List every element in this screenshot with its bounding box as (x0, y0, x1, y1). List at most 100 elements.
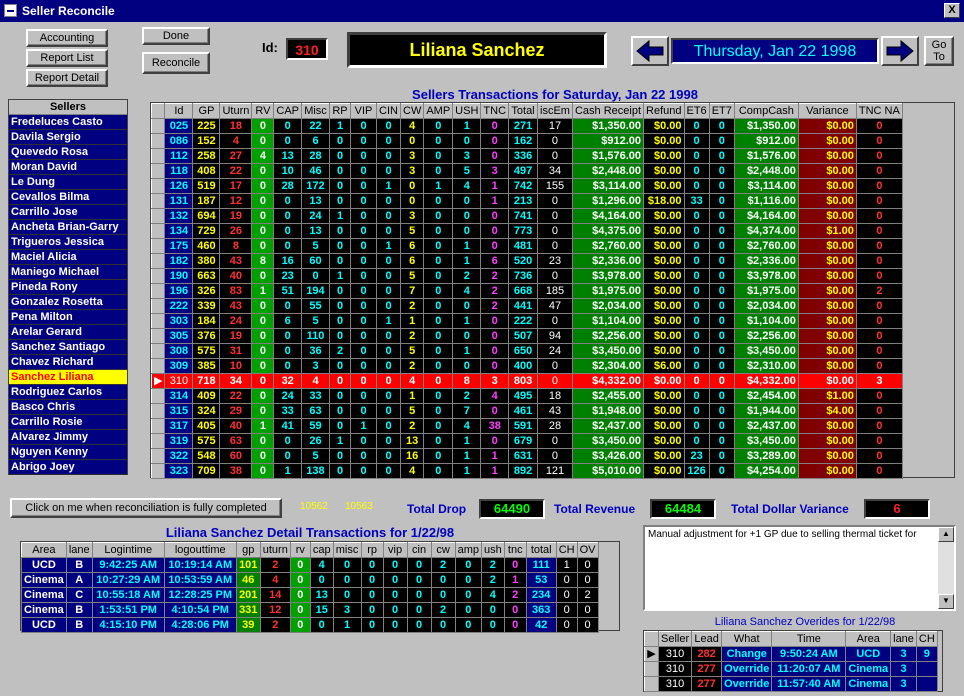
cell-uturn[interactable]: 19 (219, 328, 253, 344)
cell-uturn[interactable]: 24 (219, 313, 253, 329)
cell-uturn[interactable]: 4 (219, 133, 253, 149)
cell-cin[interactable]: 0 (376, 148, 401, 164)
cell-gp[interactable]: 729 (192, 223, 221, 239)
override-row[interactable]: 310 277 Override 11:20:07 AM Cinema 3 (644, 661, 938, 677)
override-cell[interactable]: 9:50:24 AM (771, 646, 847, 662)
cell-vip[interactable]: 0 (350, 358, 377, 374)
detail-column-header[interactable]: rp (360, 542, 384, 558)
cell-iscem[interactable]: 0 (537, 223, 573, 239)
override-cell[interactable]: Change (721, 646, 773, 662)
seller-item[interactable]: Davila Sergio (9, 130, 127, 145)
detail-cell[interactable]: 39 (235, 617, 261, 633)
cell-et7[interactable]: 0 (708, 178, 735, 194)
cell-amp[interactable]: 0 (423, 373, 454, 389)
cell-tnc-na[interactable]: 0 (855, 313, 903, 329)
cell-cin[interactable]: 0 (376, 448, 401, 464)
cell-tnc-na[interactable]: 0 (855, 328, 903, 344)
detail-cell[interactable]: 0 (406, 572, 432, 588)
cell-rp[interactable]: 1 (329, 208, 351, 224)
detail-cell[interactable]: 363 (525, 602, 557, 618)
detail-column-header[interactable]: rv (289, 542, 311, 558)
cell-uturn[interactable]: 29 (219, 403, 253, 419)
cell-iscem[interactable]: 0 (537, 433, 573, 449)
cell-cap[interactable]: 0 (273, 118, 302, 134)
cell-cash-receipt[interactable]: $1,350.00 (571, 118, 645, 134)
notes-scrollbar[interactable]: ▲ ▼ (938, 527, 954, 609)
cell-rp[interactable]: 0 (329, 313, 351, 329)
detail-row[interactable]: Cinema B 1:53:51 PM 4:10:54 PM 331 12 0 15 3 0 0 0 2… (21, 602, 599, 618)
seller-item[interactable]: Trigueros Jessica (9, 235, 127, 250)
table-row[interactable]: 118 408 22 0 10 46 0 0 0 3 0 5 3 497 34 $2,448.00 $0.00 0… (150, 163, 903, 179)
row-marker[interactable] (150, 283, 166, 299)
detail-cell[interactable]: 0 (454, 602, 482, 618)
seller-item[interactable]: Sanchez Santiago (9, 340, 127, 355)
cell-cap[interactable]: 51 (273, 283, 302, 299)
row-marker[interactable] (150, 418, 166, 434)
table-row[interactable]: 086 152 4 0 0 6 0 0 0 0 0 0 0 162 0 $912.00 $0.00 0 0 $912.… (150, 133, 903, 149)
cell-cw[interactable]: 16 (399, 448, 425, 464)
detail-cell[interactable]: 0 (332, 557, 362, 573)
column-header[interactable]: GP (192, 103, 221, 119)
current-row-arrow-icon[interactable]: ▶ (150, 373, 166, 389)
override-cell[interactable]: 282 (691, 646, 723, 662)
cell-cw[interactable]: 5 (399, 223, 425, 239)
cell-vip[interactable]: 0 (350, 448, 377, 464)
cell-cw[interactable]: 5 (399, 268, 425, 284)
cell-gp[interactable]: 718 (192, 373, 221, 389)
detail-column-header[interactable]: ush (480, 542, 505, 558)
cell-misc[interactable]: 4 (301, 373, 330, 389)
cell-id[interactable]: 322 (164, 448, 194, 464)
cell-cap[interactable]: 10 (273, 163, 302, 179)
table-row[interactable]: 190 663 40 0 23 0 1 0 0 5 0 2 2 736 0 $3,978.00 $0.00 0 0 $… (150, 268, 903, 284)
detail-cell[interactable]: 0 (503, 557, 527, 573)
cell-uturn[interactable]: 31 (219, 343, 253, 359)
cell-rv[interactable]: 4 (251, 148, 275, 164)
cell-total[interactable]: 892 (508, 463, 539, 479)
cell-tnc-na[interactable]: 0 (855, 178, 903, 194)
seller-item[interactable]: Nguyen Kenny (9, 445, 127, 460)
seller-item[interactable]: Fredeluces Casto (9, 115, 127, 130)
cell-ush[interactable]: 2 (452, 388, 482, 404)
cell-id[interactable]: 323 (164, 463, 194, 479)
cell-rv[interactable]: 0 (251, 238, 275, 254)
column-header[interactable]: AMP (423, 103, 454, 119)
seller-item[interactable]: Rodriguez Carlos (9, 385, 127, 400)
cell-et6[interactable]: 23 (683, 448, 710, 464)
cell-tnc-na[interactable]: 0 (855, 298, 903, 314)
seller-item[interactable]: Moran David (9, 160, 127, 175)
cell-et6[interactable]: 0 (683, 133, 710, 149)
override-row[interactable]: ▶ 310 282 Change 9:50:24 AM UCD 3 9 (644, 646, 938, 662)
cell-uturn[interactable]: 38 (219, 463, 253, 479)
cell-cap[interactable]: 0 (273, 343, 302, 359)
override-cell[interactable]: 3 (890, 661, 917, 677)
cell-cash-receipt[interactable]: $2,437.00 (571, 418, 645, 434)
detail-cell[interactable]: 0 (454, 572, 482, 588)
cell-variance[interactable]: $0.00 (797, 358, 857, 374)
cell-cin[interactable]: 0 (376, 193, 401, 209)
override-cell[interactable]: Override (721, 676, 773, 692)
cell-refund[interactable]: $0.00 (643, 223, 685, 239)
cell-tnc[interactable]: 0 (480, 343, 510, 359)
cell-rp[interactable]: 0 (329, 283, 351, 299)
cell-et6[interactable]: 0 (683, 118, 710, 134)
cell-gp[interactable]: 409 (192, 388, 221, 404)
cell-cin[interactable]: 0 (376, 358, 401, 374)
cell-ush[interactable]: 5 (452, 163, 482, 179)
cell-cw[interactable]: 0 (399, 193, 425, 209)
cell-cash-receipt[interactable]: $1,975.00 (571, 283, 645, 299)
detail-column-header[interactable]: cin (406, 542, 432, 558)
cell-total[interactable]: 631 (508, 448, 539, 464)
row-marker[interactable] (150, 238, 166, 254)
cell-ush[interactable]: 0 (452, 298, 482, 314)
detail-cell[interactable]: 0 (289, 587, 311, 603)
cell-gp[interactable]: 339 (192, 298, 221, 314)
detail-cell[interactable]: 0 (555, 587, 578, 603)
column-header[interactable]: iscEm (537, 103, 573, 119)
cell-cash-receipt[interactable]: $2,034.00 (571, 298, 645, 314)
cell-et6[interactable]: 33 (683, 193, 710, 209)
detail-cell[interactable]: 101 (235, 557, 261, 573)
cell-cap[interactable]: 23 (273, 268, 302, 284)
cell-cw[interactable]: 5 (399, 343, 425, 359)
row-marker[interactable] (150, 448, 166, 464)
cell-ush[interactable]: 0 (452, 193, 482, 209)
